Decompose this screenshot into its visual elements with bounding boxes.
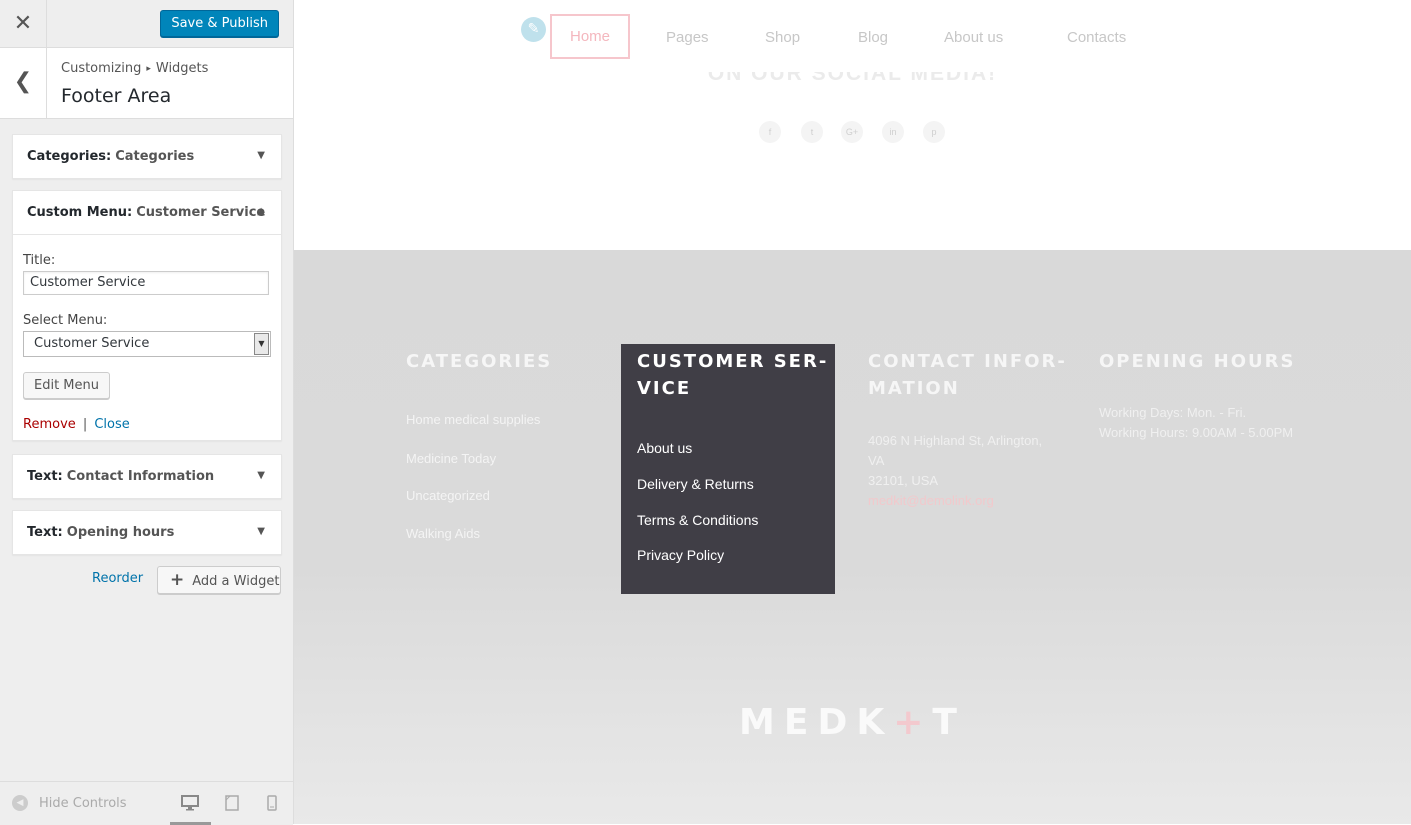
breadcrumb-customizing: Customizing [61,61,142,76]
action-divider: | [82,417,88,432]
widget-actions: Remove | Close [23,413,130,432]
dropdown-arrow-icon[interactable]: ▼ [254,333,269,355]
widget-title: Customer Service [136,205,266,220]
menu-link-privacy[interactable]: Privacy Policy [637,547,724,563]
menu-link-terms[interactable]: Terms & Conditions [637,512,758,528]
logo-text: T [932,702,966,743]
widget-opening-hours: Text: Opening hours ▼ [12,510,282,555]
categories-heading: CATEGORIES [406,351,553,372]
opening-hours-text: Working Days: Mon. - Fri. Working Hours:… [1099,403,1293,443]
contact-details: 4096 N Highland St, Arlington, VA 32101,… [868,431,1042,511]
save-publish-button[interactable]: Save & Publish [160,10,279,37]
reorder-link[interactable]: Reorder [92,571,143,586]
google-plus-icon[interactable]: G+ [841,121,863,143]
email-link[interactable]: medkit@demolink.org [868,491,1042,511]
category-link[interactable]: Home medical supplies [406,412,540,427]
main-navigation: ✎ Home Pages Shop Blog About us Contacts [294,0,1411,72]
widget-title: Contact Information [66,469,215,484]
opening-hours-heading: OPENING HOURS [1099,351,1296,372]
hide-controls-button[interactable]: ◀ Hide Controls [12,795,127,811]
breadcrumb-separator-icon: ▸ [146,64,151,74]
linkedin-icon[interactable]: in [882,121,904,143]
edit-menu-button[interactable]: Edit Menu [23,372,110,399]
add-widget-label: Add a Widget [192,574,280,589]
collapse-arrow-icon[interactable]: ▲ [257,206,265,217]
hide-controls-label: Hide Controls [39,795,127,811]
nav-home[interactable]: Home [550,14,630,59]
close-icon[interactable]: ✕ [0,0,47,47]
expand-arrow-icon[interactable]: ▼ [257,150,265,161]
menu-select[interactable]: Customer Service ▼ [23,331,271,357]
site-logo[interactable]: MEDK+T [294,702,1411,743]
hours-line: Working Hours: 9.00AM - 5.00PM [1099,425,1294,440]
logo-cross-icon: + [893,702,933,743]
facebook-icon[interactable]: f [759,121,781,143]
heading-line: MATION [868,378,960,399]
remove-link[interactable]: Remove [23,417,76,432]
customizer-sidebar: ✕ Save & Publish ❮ Customizing ▸ Widgets F… [0,0,294,825]
breadcrumb: Customizing ▸ Widgets [61,61,208,76]
site-footer: CATEGORIES Home medical supplies Medicin… [294,250,1411,824]
site-preview: ON OUR SOCIAL MEDIA! f t G+ in p ✎ Home … [294,0,1411,824]
widget-header[interactable]: Text: Opening hours ▼ [13,511,281,554]
edit-pencil-icon[interactable]: ✎ [521,17,546,42]
close-link[interactable]: Close [94,417,129,432]
sidebar-footer: ◀ Hide Controls [0,781,293,825]
widget-type: Custom Menu: [27,205,133,220]
desktop-icon[interactable] [181,795,199,815]
widget-type: Text: [27,469,63,484]
add-widget-button[interactable]: + Add a Widget [157,566,281,594]
widget-categories: Categories: Categories ▼ [12,134,282,179]
tablet-icon[interactable] [225,795,239,815]
address-line: 32101, USA [868,473,939,488]
widget-title: Opening hours [66,525,175,540]
panel-header: ❮ Customizing ▸ Widgets Footer Area [0,48,293,119]
expand-arrow-icon[interactable]: ▼ [257,526,265,537]
twitter-icon[interactable]: t [801,121,823,143]
mobile-icon[interactable] [267,795,277,815]
nav-shop[interactable]: Shop [765,29,800,46]
address-line: VA [868,453,885,468]
customer-service-widget: CUSTOMER SER- VICE About us Delivery & R… [621,344,835,594]
breadcrumb-widgets: Widgets [155,61,209,76]
menu-link-about-us[interactable]: About us [637,440,692,456]
widget-type: Text: [27,525,63,540]
nav-contacts[interactable]: Contacts [1067,29,1126,46]
plus-icon: + [170,570,185,590]
contact-heading: CONTACT INFOR- MATION [868,348,1067,402]
select-menu-label: Select Menu: [23,313,108,328]
heading-line: VICE [637,378,692,399]
category-link[interactable]: Walking Aids [406,526,480,541]
widget-custom-menu: Custom Menu: Customer Service ▲ Title: C… [12,190,282,441]
menu-select-value: Customer Service [34,336,150,351]
sidebar-header: ✕ Save & Publish [0,0,293,48]
widget-type: Categories: [27,149,112,164]
heading-line: CONTACT INFOR- [868,351,1067,372]
panel-title: Footer Area [61,85,172,107]
title-label: Title: [23,253,56,268]
category-link[interactable]: Uncategorized [406,488,490,503]
logo-text: MEDK [739,702,894,743]
widget-title: Categories [115,149,195,164]
nav-pages[interactable]: Pages [666,29,709,46]
expand-arrow-icon[interactable]: ▼ [257,470,265,481]
nav-blog[interactable]: Blog [858,29,888,46]
address-line: 4096 N Highland St, Arlington, [868,433,1043,448]
widget-header[interactable]: Text: Contact Information ▼ [13,455,281,498]
widget-header[interactable]: Custom Menu: Customer Service ▲ [13,191,281,234]
customer-service-heading: CUSTOMER SER- VICE [637,348,828,402]
pinterest-icon[interactable]: p [923,121,945,143]
back-icon[interactable]: ❮ [0,48,47,118]
hours-line: Working Days: Mon. - Fri. [1099,405,1247,420]
collapse-icon: ◀ [12,795,28,811]
widget-contact-information: Text: Contact Information ▼ [12,454,282,499]
nav-about-us[interactable]: About us [944,29,1003,46]
heading-line: CUSTOMER SER- [637,351,829,372]
category-link[interactable]: Medicine Today [406,451,496,466]
menu-link-delivery[interactable]: Delivery & Returns [637,476,754,492]
title-input[interactable]: Customer Service [23,271,269,295]
widget-header[interactable]: Categories: Categories ▼ [13,135,281,178]
widget-form: Title: Customer Service Select Menu: Cus… [13,234,281,440]
